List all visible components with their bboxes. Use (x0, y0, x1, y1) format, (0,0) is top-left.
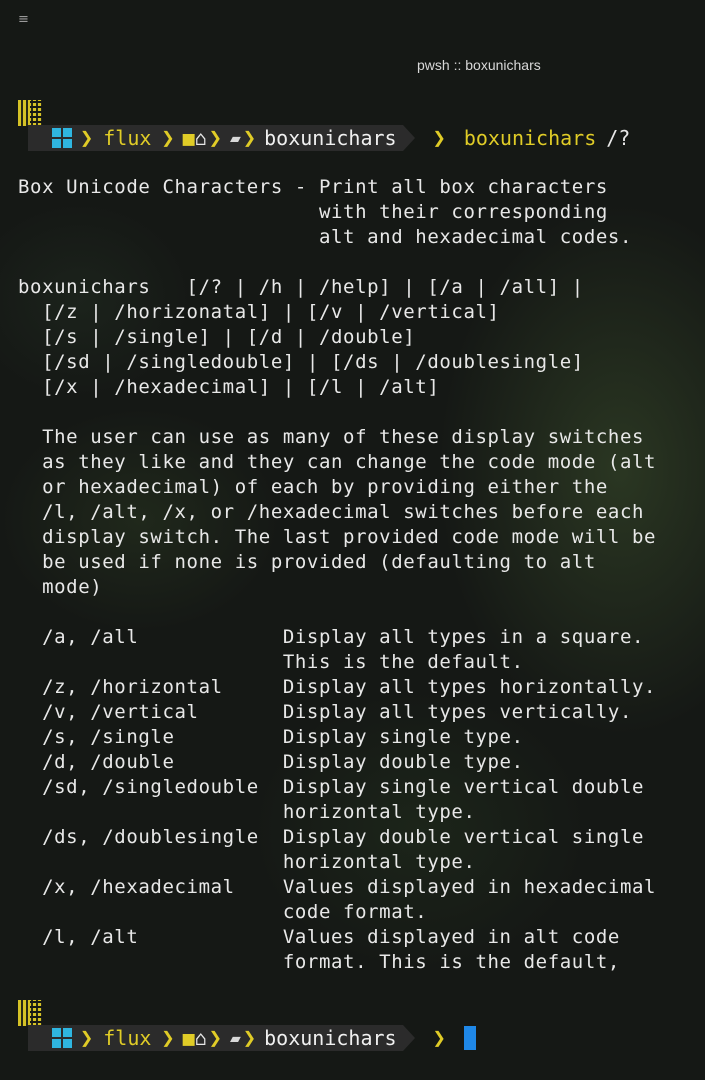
home-icon: ⌂ (194, 1026, 207, 1050)
output-line: /l, /alt, /x, or /hexadecimal switches b… (18, 501, 645, 523)
prompt-user: flux (103, 1026, 152, 1050)
chevron-right-icon: ❯ (208, 1025, 223, 1051)
chevron-right-icon: ❯ (242, 1025, 257, 1051)
output-line: or hexadecimal) of each by providing eit… (18, 476, 608, 498)
command-output: Box Unicode Characters - Print all box c… (18, 175, 656, 975)
prompt-line: ❯ flux ❯ ■ ⌂ ❯ ▰ ❯ boxunichars ❯ boxunic… (28, 125, 630, 151)
output-line: This is the default. (18, 651, 524, 673)
chevron-right-icon: ❯ (208, 125, 223, 151)
output-line: Box Unicode Characters - Print all box c… (18, 176, 608, 198)
folder-icon: ■ (182, 1026, 195, 1050)
home-icon: ⌂ (194, 126, 207, 150)
window-title: pwsh :: boxunichars (417, 57, 541, 73)
output-line: The user can use as many of these displa… (18, 426, 645, 448)
menu-icon[interactable]: ≡ (18, 12, 29, 27)
output-line: /l, /alt Values displayed in alt code (18, 926, 620, 948)
chevron-right-icon: ❯ (242, 125, 257, 151)
output-line: /x, /hexadecimal Values displayed in hex… (18, 876, 657, 898)
prompt-segment-user: ❯ flux ❯ ■ ⌂ ❯ ▰ ❯ boxunichars (28, 1025, 403, 1051)
output-line: [/sd | /singledouble] | [/ds | /doublesi… (18, 351, 584, 373)
output-line: format. This is the default, (18, 951, 620, 973)
output-line: be used if none is provided (defaulting … (18, 551, 596, 573)
output-line: /z, /horizontal Display all types horizo… (18, 676, 657, 698)
prompt-segment-tail (402, 1025, 415, 1051)
output-line: as they like and they can change the cod… (18, 451, 657, 473)
prompt-directory: boxunichars (264, 1026, 397, 1050)
output-line: boxunichars [/? | /h | /help] | [/a | /a… (18, 276, 584, 298)
output-line: with their corresponding (18, 201, 608, 223)
windows-icon (52, 1028, 72, 1048)
prompt-user: flux (103, 126, 152, 150)
chevron-right-icon: ❯ (161, 125, 175, 151)
pixel-logo-icon (18, 100, 42, 126)
pixel-logo-icon (18, 1000, 42, 1026)
open-folder-icon: ▰ (230, 1027, 241, 1049)
output-line: code format. (18, 901, 428, 923)
output-line: alt and hexadecimal codes. (18, 226, 632, 248)
prompt-caret-icon: ❯ (432, 125, 446, 151)
command-argument: /? (606, 126, 631, 150)
output-line: mode) (18, 576, 103, 598)
command-name: boxunichars (463, 126, 597, 150)
output-line: [/s | /single] | [/d | /double] (18, 326, 416, 348)
output-line: /d, /double Display double type. (18, 751, 524, 773)
output-line: /s, /single Display single type. (18, 726, 524, 748)
chevron-right-icon: ❯ (80, 1025, 94, 1051)
chevron-right-icon: ❯ (80, 125, 94, 151)
output-line: [/x | /hexadecimal] | [/l | /alt] (18, 376, 440, 398)
prompt-directory: boxunichars (264, 126, 397, 150)
output-line: horizontal type. (18, 801, 476, 823)
output-line: /a, /all Display all types in a square. (18, 626, 645, 648)
prompt-caret-icon: ❯ (432, 1025, 446, 1051)
chevron-right-icon: ❯ (161, 1025, 175, 1051)
prompt-segment-tail (402, 125, 415, 151)
output-line: /ds, /doublesingle Display double vertic… (18, 826, 645, 848)
text-cursor[interactable] (463, 1026, 476, 1050)
output-line: horizontal type. (18, 851, 476, 873)
open-folder-icon: ▰ (230, 127, 241, 149)
output-line: /sd, /singledouble Display single vertic… (18, 776, 645, 798)
prompt-line-active[interactable]: ❯ flux ❯ ■ ⌂ ❯ ▰ ❯ boxunichars ❯ (28, 1025, 476, 1051)
windows-icon (52, 128, 72, 148)
output-line: [/z | /horizonatal] | [/v | /vertical] (18, 301, 500, 323)
output-line: display switch. The last provided code m… (18, 526, 657, 548)
prompt-segment-user: ❯ flux ❯ ■ ⌂ ❯ ▰ ❯ boxunichars (28, 125, 403, 151)
output-line: /v, /vertical Display all types vertical… (18, 701, 632, 723)
folder-icon: ■ (182, 126, 195, 150)
